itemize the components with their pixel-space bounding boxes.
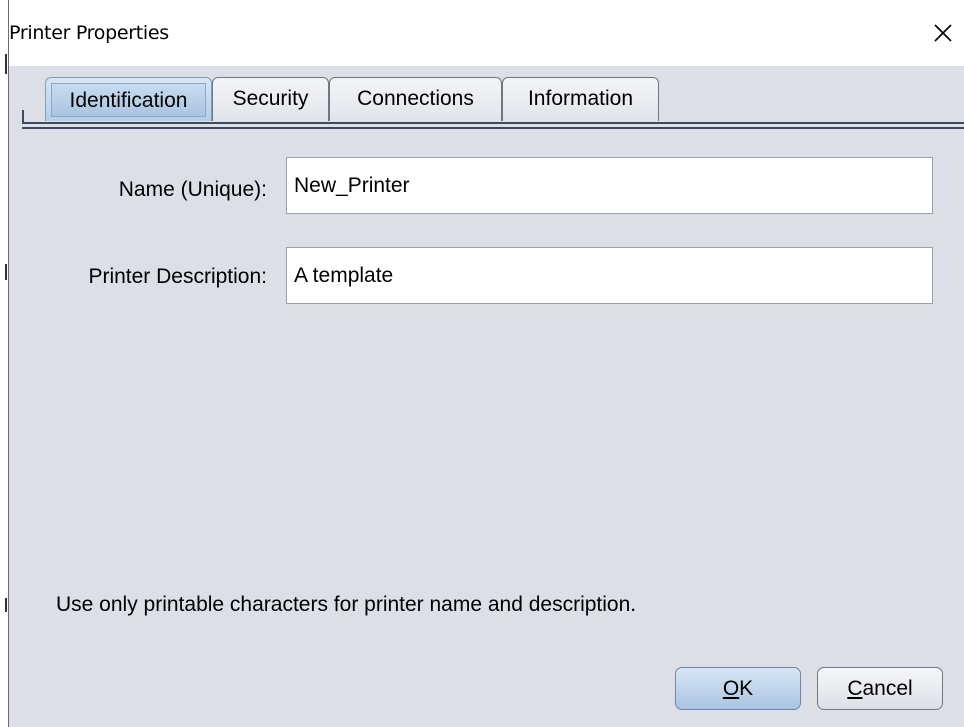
ok-mnemonic: O xyxy=(722,676,740,700)
tab-label: Identification xyxy=(51,83,206,117)
close-button[interactable] xyxy=(926,16,960,50)
tab-label: Connections xyxy=(357,87,474,110)
tab-security[interactable]: Security xyxy=(212,77,329,121)
ok-button[interactable]: OK xyxy=(675,667,801,710)
edge-mark xyxy=(5,598,7,612)
close-icon xyxy=(934,24,952,42)
cancel-label-rest: ancel xyxy=(862,676,913,700)
tab-label: Information xyxy=(527,87,634,110)
tab-label: Security xyxy=(232,87,309,110)
left-window-edge xyxy=(0,0,8,727)
edge-mark xyxy=(5,54,7,74)
window-title: Printer Properties xyxy=(9,22,169,44)
description-label: Printer Description: xyxy=(88,265,267,288)
title-bar: Printer Properties xyxy=(9,0,964,66)
name-field[interactable] xyxy=(286,157,933,214)
tab-identification[interactable]: Identification xyxy=(45,77,212,121)
edge-mark xyxy=(5,264,7,280)
name-label: Name (Unique): xyxy=(118,178,267,201)
description-field[interactable] xyxy=(286,247,933,304)
tab-border xyxy=(22,122,964,124)
cancel-button[interactable]: Cancel xyxy=(817,667,943,710)
ok-label-rest: K xyxy=(739,676,754,700)
hint-text: Use only printable characters for printe… xyxy=(56,593,637,616)
tab-information[interactable]: Information xyxy=(502,77,659,121)
cancel-mnemonic: C xyxy=(847,676,863,700)
tab-border xyxy=(22,127,964,129)
printer-properties-dialog: Printer Properties Identification Securi… xyxy=(8,0,964,727)
tab-connections[interactable]: Connections xyxy=(329,77,502,121)
